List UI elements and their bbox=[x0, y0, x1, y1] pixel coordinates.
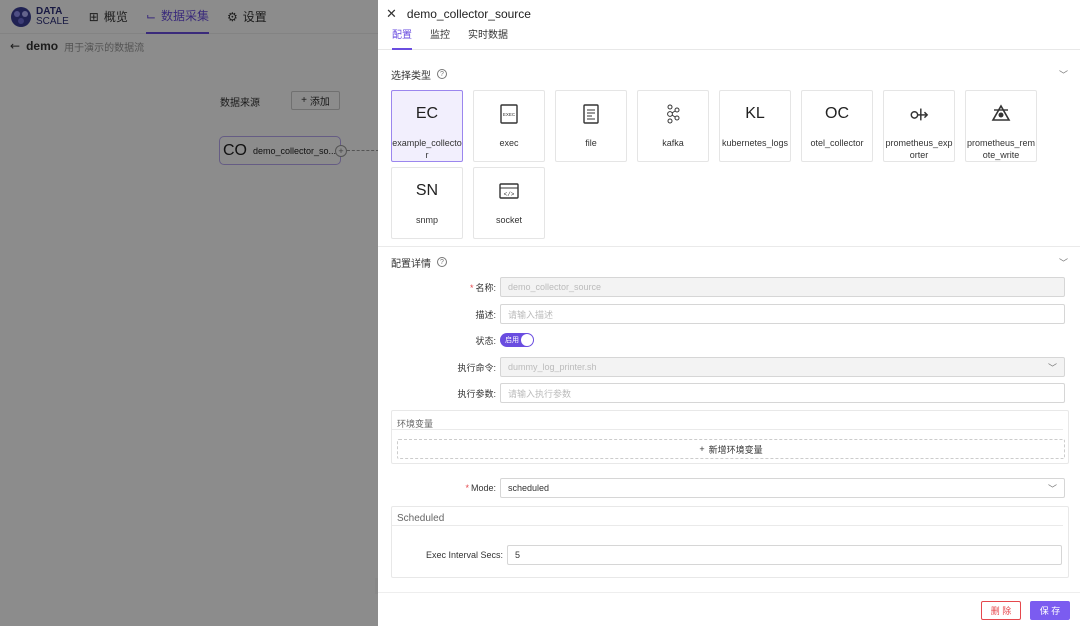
type-label: prometheus_exporter bbox=[885, 138, 953, 160]
chevron-down-icon[interactable]: ﹀ bbox=[1059, 256, 1068, 269]
type-card-kafka[interactable]: kafka bbox=[637, 90, 709, 162]
command-select[interactable]: dummy_log_printer.sh ﹀ bbox=[500, 357, 1065, 377]
type-card-prometheus-exporter[interactable]: prometheus_exporter bbox=[883, 90, 955, 162]
drawer-tabs: 配置 监控 实时数据 bbox=[378, 28, 1080, 50]
args-placeholder: 请输入执行参数 bbox=[508, 388, 572, 399]
chevron-down-icon[interactable]: ﹀ bbox=[1059, 68, 1068, 81]
name-row: * 名称: demo_collector_source bbox=[378, 277, 1065, 297]
type-label: exec bbox=[499, 138, 519, 148]
drawer-header: ✕ demo_collector_source bbox=[378, 0, 1080, 28]
type-label: prometheus_remote_write bbox=[966, 138, 1036, 160]
mode-select[interactable]: scheduled ﹀ bbox=[500, 478, 1065, 498]
add-env-button[interactable]: + 新增环境变量 bbox=[397, 439, 1065, 459]
detail-section-header[interactable]: 配置详情 ? ﹀ bbox=[378, 252, 1080, 272]
add-env-label: 新增环境变量 bbox=[708, 444, 763, 455]
status-toggle-text: 启用 bbox=[505, 337, 519, 344]
type-card-otel-collector[interactable]: OC otel_collector bbox=[801, 90, 873, 162]
type-abbr: EC bbox=[415, 105, 439, 122]
type-card-prometheus-remote-write[interactable]: prometheus_remote_write bbox=[965, 90, 1037, 162]
description-label: 描述: bbox=[475, 309, 496, 320]
name-value: demo_collector_source bbox=[508, 282, 602, 292]
scheduled-title: Scheduled bbox=[392, 507, 1063, 526]
delete-button[interactable]: 删 除 bbox=[981, 601, 1021, 620]
detail-section-title: 配置详情 bbox=[391, 258, 431, 270]
description-placeholder: 请输入描述 bbox=[508, 309, 554, 320]
status-label: 状态: bbox=[475, 335, 496, 346]
env-title: 环境变量 bbox=[392, 411, 1063, 430]
command-row: 执行命令: dummy_log_printer.sh ﹀ bbox=[378, 357, 1065, 377]
type-card-example-collector[interactable]: EC example_collector bbox=[391, 90, 463, 162]
tab-config[interactable]: 配置 bbox=[392, 28, 412, 50]
help-icon[interactable]: ? bbox=[437, 69, 447, 79]
type-section-header[interactable]: 选择类型 ? ﹀ bbox=[378, 64, 1080, 84]
file-icon bbox=[581, 104, 601, 124]
env-panel: 环境变量 + 新增环境变量 bbox=[391, 410, 1069, 464]
close-icon[interactable]: ✕ bbox=[386, 7, 397, 22]
svg-text:</>: </> bbox=[504, 191, 515, 198]
command-value: dummy_log_printer.sh bbox=[508, 362, 597, 372]
type-card-snmp[interactable]: SN snmp bbox=[391, 167, 463, 239]
type-card-exec[interactable]: EXEC exec bbox=[473, 90, 545, 162]
svg-text:EXEC: EXEC bbox=[503, 112, 516, 117]
help-icon[interactable]: ? bbox=[437, 257, 447, 267]
drawer-title: demo_collector_source bbox=[406, 7, 531, 21]
required-mark: * bbox=[465, 483, 469, 493]
type-card-kubernetes-logs[interactable]: KL kubernetes_logs bbox=[719, 90, 791, 162]
type-label: snmp bbox=[415, 215, 438, 225]
type-label: file bbox=[585, 138, 597, 148]
required-mark: * bbox=[469, 282, 474, 293]
name-field[interactable]: demo_collector_source bbox=[500, 277, 1065, 297]
status-toggle[interactable]: 启用 bbox=[500, 333, 534, 347]
kafka-icon bbox=[663, 104, 683, 124]
name-label: 名称: bbox=[475, 282, 496, 293]
chevron-down-icon: ﹀ bbox=[1047, 484, 1057, 495]
interval-field[interactable]: 5 bbox=[507, 545, 1062, 565]
args-label: 执行参数: bbox=[457, 388, 496, 399]
scheduled-panel: Scheduled Exec Interval Secs: 5 bbox=[391, 506, 1069, 578]
tab-realtime-data[interactable]: 实时数据 bbox=[468, 28, 508, 50]
type-label: example_collector bbox=[392, 138, 462, 160]
socket-icon: </> bbox=[499, 181, 519, 201]
plus-icon: + bbox=[699, 444, 705, 454]
type-label: kafka bbox=[662, 138, 684, 148]
type-label: socket bbox=[495, 215, 522, 225]
description-row: 描述: 请输入描述 bbox=[378, 304, 1065, 324]
command-label: 执行命令: bbox=[457, 362, 496, 373]
description-field[interactable]: 请输入描述 bbox=[500, 304, 1065, 324]
type-card-socket[interactable]: </> socket bbox=[473, 167, 545, 239]
mode-value: scheduled bbox=[508, 483, 550, 493]
prometheus-remote-write-icon bbox=[991, 104, 1011, 124]
chevron-down-icon: ﹀ bbox=[1047, 363, 1057, 374]
type-grid: EC example_collector EXEC exec file kafk… bbox=[391, 90, 1041, 239]
status-row: 状态: 启用 bbox=[378, 330, 534, 350]
save-button[interactable]: 保 存 bbox=[1030, 601, 1070, 620]
drawer-footer: 删 除 保 存 bbox=[378, 592, 1080, 626]
type-section-title: 选择类型 bbox=[391, 70, 431, 82]
mode-label: Mode: bbox=[470, 483, 496, 493]
type-label: kubernetes_logs bbox=[721, 138, 789, 148]
exec-icon: EXEC bbox=[499, 104, 519, 124]
interval-row: Exec Interval Secs: 5 bbox=[379, 545, 1062, 565]
prometheus-exporter-icon bbox=[909, 104, 929, 124]
args-row: 执行参数: 请输入执行参数 bbox=[378, 383, 1065, 403]
type-abbr: KL bbox=[745, 105, 765, 122]
section-divider bbox=[378, 246, 1080, 247]
tab-monitor[interactable]: 监控 bbox=[430, 28, 450, 50]
type-label: otel_collector bbox=[810, 138, 864, 148]
type-abbr: OC bbox=[825, 105, 849, 122]
toggle-knob bbox=[521, 334, 533, 346]
type-abbr: SN bbox=[415, 182, 439, 199]
mode-row: * Mode: scheduled ﹀ bbox=[378, 478, 1065, 498]
type-card-file[interactable]: file bbox=[555, 90, 627, 162]
interval-value: 5 bbox=[515, 550, 521, 560]
args-field[interactable]: 请输入执行参数 bbox=[500, 383, 1065, 403]
modal-overlay[interactable] bbox=[0, 0, 380, 626]
config-drawer: ✕ demo_collector_source 配置 监控 实时数据 选择类型 … bbox=[378, 0, 1080, 626]
interval-label: Exec Interval Secs: bbox=[425, 550, 503, 560]
